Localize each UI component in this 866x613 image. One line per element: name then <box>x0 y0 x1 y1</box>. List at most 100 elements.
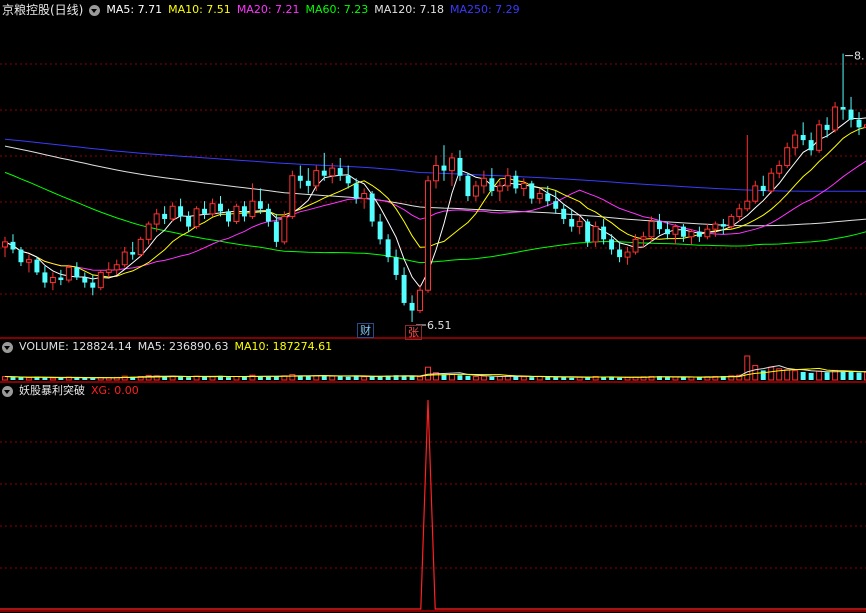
candle-body <box>736 208 743 217</box>
candle-body <box>848 109 854 120</box>
ma20-label: MA20: 7.21 <box>236 3 300 16</box>
ma60-label: MA60: 7.23 <box>305 3 369 16</box>
volume-bar <box>457 375 463 380</box>
volume-bar <box>489 376 495 380</box>
candle-body <box>768 172 775 192</box>
volume-bar <box>361 376 368 381</box>
candle-body <box>680 226 686 237</box>
candle-body <box>345 175 351 184</box>
candle-body <box>529 183 535 199</box>
candle-body <box>265 208 271 222</box>
candle-body <box>329 167 336 177</box>
candle-body <box>241 206 247 217</box>
stock-chart[interactable]: 6.51 8. <box>0 0 866 613</box>
candle-body <box>289 175 296 217</box>
dropdown-icon[interactable] <box>2 341 13 353</box>
candle-body <box>784 147 791 167</box>
candle-body <box>856 119 862 128</box>
volume-bar <box>273 376 279 380</box>
volume-bar <box>90 378 96 380</box>
volume-bar <box>824 372 830 380</box>
candle-body <box>42 272 48 283</box>
candle-body <box>744 200 751 210</box>
candle-body <box>472 185 479 197</box>
volume-bar <box>313 375 320 381</box>
volume-bar <box>49 377 56 381</box>
candle-body <box>209 203 216 215</box>
candle-body <box>377 221 383 240</box>
candle-body <box>696 231 702 237</box>
volume-panel-header: VOLUME: 128824.14 MA5: 236890.63 MA10: 1… <box>2 339 338 355</box>
candle-body <box>672 226 679 235</box>
candle-body <box>82 277 88 283</box>
candle-body <box>409 302 415 311</box>
candle-body <box>2 241 8 248</box>
candle-body <box>401 274 407 303</box>
volume-bar <box>25 377 32 381</box>
xg-signal-line <box>0 399 866 610</box>
volume-bar <box>696 377 702 380</box>
dropdown-icon[interactable] <box>89 4 101 16</box>
dropdown-icon[interactable] <box>2 385 13 397</box>
candle-body <box>369 193 375 222</box>
candle-body <box>105 269 112 273</box>
candle-body <box>465 175 471 197</box>
ma120-label: MA120: 7.18 <box>374 3 444 16</box>
candle-body <box>113 264 120 271</box>
volume-bar <box>680 377 686 380</box>
candle-body <box>624 251 631 258</box>
candle-body <box>576 221 583 228</box>
candle-body <box>130 252 136 255</box>
candle-body <box>10 241 16 250</box>
candle-body <box>202 208 208 214</box>
volume-label: VOLUME: 128824.14 <box>19 340 132 353</box>
candle-body <box>808 140 814 151</box>
volume-bar <box>480 375 487 381</box>
candle-body <box>297 175 303 181</box>
volume-bar <box>569 377 575 380</box>
candle-body <box>592 226 599 243</box>
indicator-panel-header: 妖股暴利突破 XG: 0.00 <box>2 383 145 399</box>
candle-body <box>193 208 200 228</box>
candle-body <box>504 175 511 187</box>
candle-body <box>162 213 168 219</box>
candle-body <box>145 223 152 240</box>
ma250-label: MA250: 7.29 <box>449 3 520 16</box>
volume-bar <box>289 374 296 381</box>
volume-bar <box>305 376 311 380</box>
ma5-label: MA5: 7.71 <box>106 3 163 16</box>
candle-body <box>425 180 431 291</box>
event-tag-zhang[interactable]: 张 <box>405 325 422 340</box>
volume-bar <box>42 377 48 380</box>
candle-body <box>657 221 662 230</box>
candle-body <box>25 259 32 263</box>
candle-body <box>186 216 192 227</box>
candle-body <box>457 157 463 176</box>
volume-bar <box>808 372 814 380</box>
volume-bar <box>520 376 527 381</box>
candle-body <box>752 185 759 202</box>
volume-bar <box>121 375 128 381</box>
candle-body <box>441 165 447 171</box>
candle-body <box>313 170 320 187</box>
candle-body <box>257 201 263 209</box>
volume-bar <box>768 366 775 381</box>
candle-body <box>137 238 144 256</box>
volume-bar <box>624 376 631 381</box>
volume-bar <box>345 376 351 380</box>
candle-body <box>728 215 735 228</box>
volume-bar <box>553 377 559 380</box>
ma10-label: MA10: 7.51 <box>168 3 231 16</box>
volume-bar <box>337 376 343 380</box>
volume-bar <box>226 377 231 380</box>
volume-bar <box>496 375 503 381</box>
event-tag-cai[interactable]: 财 <box>357 323 374 338</box>
candle-body <box>305 180 311 186</box>
candle-body <box>448 157 455 172</box>
candle-body <box>545 193 551 202</box>
volume-bar <box>241 376 247 380</box>
volume-bar <box>784 369 791 381</box>
candle-body <box>496 185 503 192</box>
volume-bar <box>840 371 846 380</box>
candle-body <box>361 193 368 200</box>
